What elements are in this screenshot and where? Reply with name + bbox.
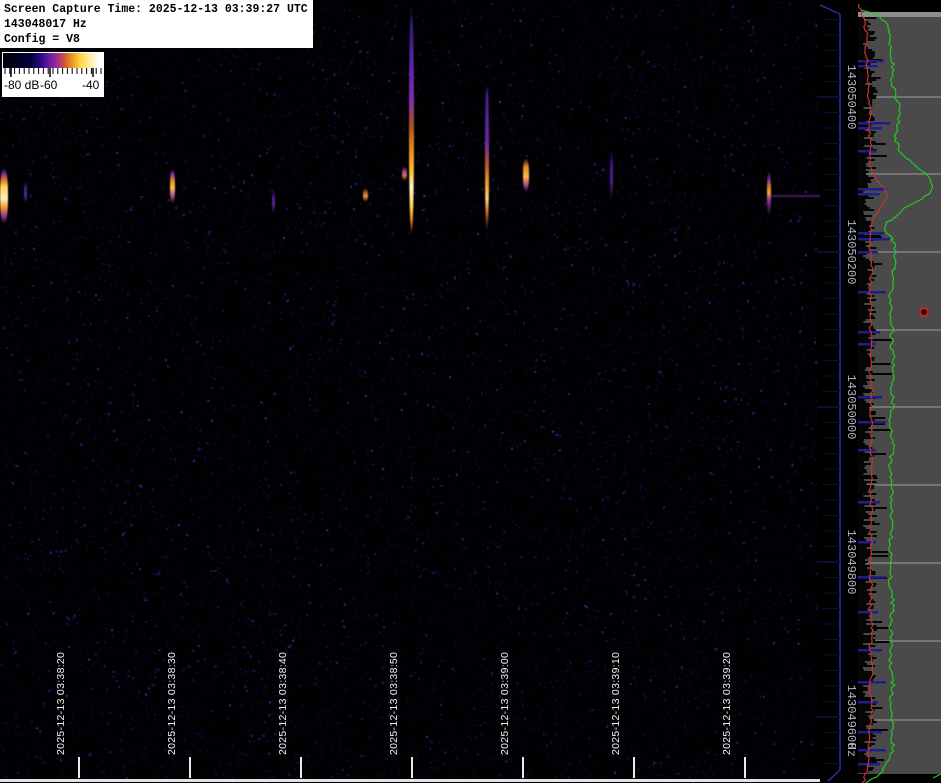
signal-bar — [858, 193, 880, 196]
frequency-label: 143049800 — [844, 530, 858, 595]
spectrum-panel — [858, 0, 941, 783]
capture-frequency-text: 143048017 Hz — [4, 17, 313, 32]
signal-bar — [858, 576, 886, 579]
signal-bar — [858, 65, 878, 68]
colorbar-gradient — [3, 53, 103, 68]
time-label: 2025-12-13 03:38:40 — [277, 652, 289, 755]
time-label: 2025-12-13 03:38:30 — [166, 652, 178, 755]
frequency-label: 143050000 — [844, 375, 858, 440]
time-label: 2025-12-13 03:38:20 — [55, 652, 67, 755]
signal-bar — [858, 541, 876, 544]
time-tick — [522, 757, 524, 778]
signal-bar — [858, 127, 882, 130]
time-label: 2025-12-13 03:38:50 — [388, 652, 400, 755]
colorbar-label-mid: -60 — [40, 78, 57, 92]
signal-bar — [858, 251, 878, 254]
frequency-unit-label: Hz — [844, 743, 858, 757]
capture-config-text: Config = V8 — [4, 32, 313, 47]
signal-bar — [858, 701, 878, 704]
signal-bar — [858, 731, 882, 734]
signal-bar — [858, 749, 886, 752]
capture-info-box: Screen Capture Time: 2025-12-13 03:39:27… — [0, 0, 313, 48]
signal-bar — [858, 291, 886, 294]
frequency-label: 143049600 — [844, 685, 858, 750]
signal-bar — [858, 238, 890, 241]
frequency-label: 143050400 — [844, 65, 858, 130]
window-bottom-border — [0, 779, 820, 782]
time-tick — [78, 757, 80, 778]
time-tick — [189, 757, 191, 778]
spectrum-capture-window: 2025-12-13 03:38:20 2025-12-13 03:38:30 20… — [0, 0, 941, 783]
spectrum-marker-dot — [920, 308, 928, 316]
signal-bar — [858, 60, 884, 63]
colorbar-label-max: -40 — [82, 78, 99, 92]
colorbar-scale-labels: -80 dB -60 -40 — [2, 77, 104, 95]
time-label: 2025-12-13 03:39:00 — [499, 652, 511, 755]
colorbar-label-min: -80 dB — [4, 78, 39, 92]
time-axis-labels: 2025-12-13 03:38:20 2025-12-13 03:38:30 20… — [0, 0, 820, 783]
signal-bar — [858, 122, 890, 125]
frequency-label: 143050200 — [844, 220, 858, 285]
time-label: 2025-12-13 03:39:20 — [721, 652, 733, 755]
time-tick — [300, 757, 302, 778]
signal-bar — [858, 188, 886, 191]
signal-bar — [858, 331, 880, 334]
signal-bar — [858, 343, 876, 346]
signal-bar — [858, 150, 876, 153]
time-tick — [411, 757, 413, 778]
signal-bar — [858, 611, 878, 614]
intensity-colorbar: -80 dB -60 -40 — [2, 52, 104, 97]
signal-bar — [858, 681, 886, 684]
time-tick — [744, 757, 746, 778]
capture-time-text: Screen Capture Time: 2025-12-13 03:39:27… — [4, 2, 313, 17]
signal-bar — [858, 449, 876, 452]
signal-bar — [858, 763, 880, 766]
time-label: 2025-12-13 03:39:10 — [610, 652, 622, 755]
signal-bar — [858, 501, 880, 504]
time-tick — [633, 757, 635, 778]
signal-bar — [858, 396, 882, 399]
